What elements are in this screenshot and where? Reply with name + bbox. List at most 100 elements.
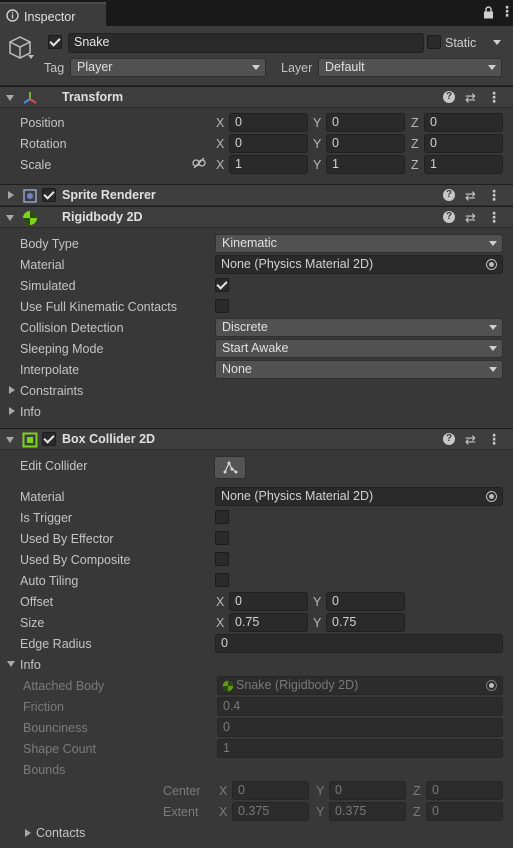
axis-y-label[interactable]: Y [313,116,321,130]
context-menu-icon[interactable]: ⋮ [487,187,501,204]
context-menu-icon[interactable]: ⋮ [487,431,501,448]
sprite-renderer-header[interactable]: Sprite Renderer ? ⇄ ⋮ [0,184,513,206]
used-by-composite-checkbox[interactable] [215,552,229,566]
sleeping-mode-value: Start Awake [222,341,289,355]
boxcollider2d-header[interactable]: Box Collider 2D ? ⇄ ⋮ [0,428,513,450]
foldout-expanded-icon[interactable] [6,437,14,443]
sleeping-mode-dropdown[interactable]: Start Awake [215,339,503,358]
axis-z-label[interactable]: Z [411,116,419,130]
size-y-field[interactable]: 0.75 [326,613,405,632]
used-by-effector-checkbox[interactable] [215,531,229,545]
bc-material-value: None (Physics Material 2D) [221,489,374,503]
object-picker-icon[interactable] [486,259,497,270]
material-field[interactable]: None (Physics Material 2D) [215,255,503,274]
is-trigger-checkbox[interactable] [215,510,229,524]
tag-dropdown[interactable]: Player [70,58,266,77]
static-dropdown-caret[interactable] [493,40,501,45]
context-menu-icon[interactable]: ⋮ [487,89,501,106]
contacts-foldout-icon[interactable] [25,829,31,837]
rb-info-foldout[interactable]: Info [20,405,41,419]
lock-icon[interactable] [483,6,494,19]
rigidbody2d-icon [222,680,234,692]
scale-y-field[interactable]: 1 [326,155,405,174]
edit-collider-button[interactable] [214,456,246,479]
foldout-expanded-icon[interactable] [6,95,14,101]
object-picker-icon[interactable] [486,491,497,502]
rotation-label: Rotation [20,137,67,151]
axis-x-label[interactable]: X [216,137,224,151]
axis-y-label[interactable]: Y [313,616,321,630]
foldout-collapsed-icon[interactable] [8,191,14,199]
body-type-value: Kinematic [222,236,277,250]
layer-label: Layer [281,61,313,75]
presets-icon[interactable]: ⇄ [465,210,476,226]
position-x-field[interactable]: 0 [229,113,308,132]
constraints-foldout[interactable]: Constraints [20,384,83,398]
position-label: Position [20,116,65,130]
axis-z-label[interactable]: Z [411,158,419,172]
sprite-renderer-enabled-checkbox[interactable] [42,188,56,202]
axis-z-label[interactable]: Z [411,137,419,151]
presets-icon[interactable]: ⇄ [465,90,476,106]
bc-material-field[interactable]: None (Physics Material 2D) [215,487,503,506]
rb-info-foldout-icon[interactable] [9,407,15,415]
auto-tiling-label: Auto Tiling [20,574,79,588]
scale-x-field[interactable]: 1 [229,155,308,174]
position-z-field[interactable]: 0 [424,113,503,132]
scale-label: Scale [20,158,52,172]
edge-radius-label: Edge Radius [20,637,92,651]
bc-info-foldout-icon[interactable] [7,661,15,667]
collision-detection-dropdown[interactable]: Discrete [215,318,503,337]
constraints-foldout-icon[interactable] [9,386,15,394]
transform-header[interactable]: Transform ? ⇄ ⋮ [0,86,513,108]
axis-y-label: Y [316,805,325,819]
offset-y-field[interactable]: 0 [326,592,405,611]
boxcollider2d-icon [22,432,38,448]
context-menu-icon[interactable]: ⋮ [487,209,501,226]
scale-z-field[interactable]: 1 [424,155,503,174]
simulated-checkbox[interactable] [215,278,229,292]
body-type-dropdown[interactable]: Kinematic [215,234,503,253]
full-kinematic-checkbox[interactable] [215,299,229,313]
auto-tiling-checkbox[interactable] [215,573,229,587]
help-icon[interactable]: ? [443,189,455,201]
center-x-field: 0 [232,781,309,800]
icon-dropdown-caret[interactable] [28,55,34,59]
size-x-field[interactable]: 0.75 [229,613,308,632]
axis-x-label[interactable]: X [216,616,224,630]
help-icon[interactable]: ? [443,433,455,445]
center-y-field: 0 [329,781,406,800]
axis-y-label[interactable]: Y [313,595,321,609]
rotation-y-field[interactable]: 0 [326,134,405,153]
rotation-x-field[interactable]: 0 [229,134,308,153]
active-checkbox[interactable] [48,35,62,49]
bc-info-foldout[interactable]: Info [20,658,41,672]
foldout-expanded-icon[interactable] [6,215,14,221]
axis-y-label[interactable]: Y [313,158,321,172]
offset-x-field[interactable]: 0 [229,592,308,611]
axis-x-label[interactable]: X [216,116,224,130]
name-field[interactable]: Snake [68,33,424,53]
boxcollider2d-enabled-checkbox[interactable] [42,432,56,446]
presets-icon[interactable]: ⇄ [465,432,476,448]
tag-value: Player [77,60,113,74]
edge-radius-field[interactable]: 0 [215,634,503,653]
edit-collider-icon [223,461,238,474]
interpolate-dropdown[interactable]: None [215,360,503,379]
axis-z-label: Z [413,784,421,798]
static-checkbox[interactable] [427,35,441,49]
axis-x-label[interactable]: X [216,595,224,609]
axis-y-label[interactable]: Y [313,137,321,151]
axis-x-label[interactable]: X [216,158,224,172]
constrain-proportions-icon[interactable] [192,157,206,169]
help-icon[interactable]: ? [443,211,455,223]
inspector-tab[interactable]: Inspector [0,2,106,26]
rotation-z-field[interactable]: 0 [424,134,503,153]
rigidbody2d-header[interactable]: Rigidbody 2D ? ⇄ ⋮ [0,206,513,228]
menu-icon[interactable]: ⋮ [500,3,513,20]
help-icon[interactable]: ? [443,91,455,103]
position-y-field[interactable]: 0 [326,113,405,132]
contacts-foldout[interactable]: Contacts [36,826,85,840]
presets-icon[interactable]: ⇄ [465,188,476,204]
layer-dropdown[interactable]: Default [318,58,502,77]
